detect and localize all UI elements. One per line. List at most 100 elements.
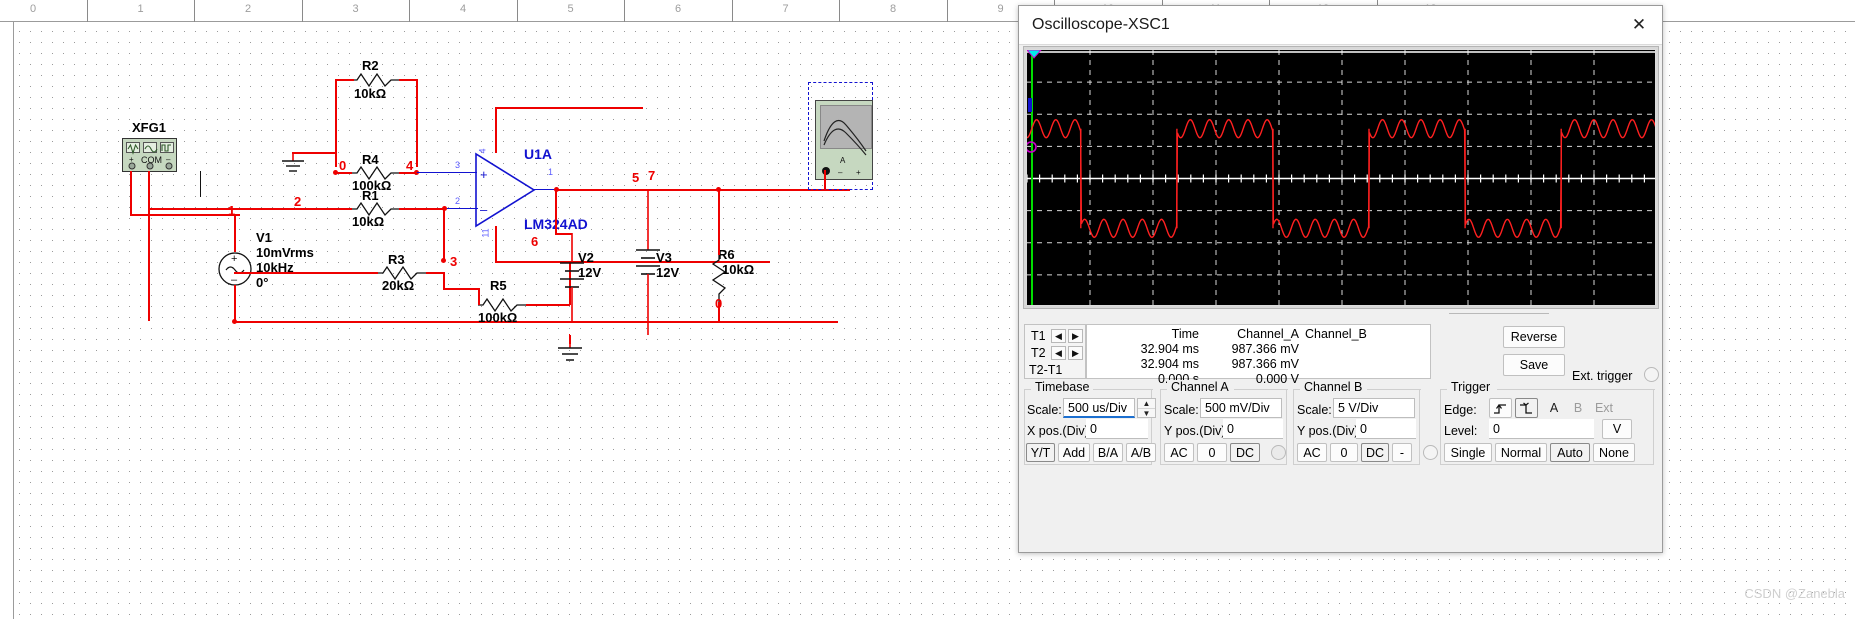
trigger-mode-auto[interactable]: Auto [1550,443,1590,462]
wire-out-rail [556,189,850,191]
ruler-label: 0 [29,3,37,15]
timebase-xpos-input[interactable]: 0 [1086,419,1148,439]
trigger-source-a[interactable]: A [1543,398,1565,418]
trigger-level-input[interactable]: 0 [1489,419,1594,439]
pin-label-11: 11 [480,228,491,238]
wire-probe-a [824,170,826,190]
t2-right-arrow-icon[interactable]: ▶ [1068,346,1083,360]
ruler-major-tick [301,0,303,22]
wire-minus-down [443,208,445,260]
wire-xfg-com [148,171,150,321]
wire-xfg-minus [200,171,202,197]
close-icon[interactable]: ✕ [1616,6,1662,44]
ruler-major-tick [839,0,841,22]
channel-a-ypos-input[interactable]: 0 [1223,419,1283,439]
ruler-major-tick [194,0,196,22]
channel-a-ypos-label: Y pos.(Div): [1164,424,1230,438]
ruler-label: 2 [244,3,252,15]
svg-text:–: – [480,202,488,217]
save-button[interactable]: Save [1503,354,1565,376]
node-v1-bottom [232,319,237,324]
t2-label: T2 [1031,346,1046,360]
channel-b-title: Channel B [1300,380,1367,394]
channel-b-scale-input[interactable]: 5 V/Div [1333,398,1415,418]
trigger-mode-none[interactable]: None [1593,443,1635,462]
channel-b-invert[interactable]: - [1392,443,1412,462]
trigger-level-label: Level: [1444,424,1478,438]
u1a-ref: U1A [524,146,553,162]
timebase-mode-ba[interactable]: B/A [1093,443,1123,462]
v1-symbol[interactable]: + – [216,250,254,288]
channel-a-title: Channel A [1167,380,1233,394]
timebase-scale-stepper[interactable]: ▲ ▼ [1137,398,1156,418]
channel-b-coupling-dc[interactable]: DC [1361,443,1389,462]
channel-b-coupling-gnd[interactable]: 0 [1330,443,1358,462]
ruler-major-tick [86,0,88,22]
timebase-scale-input[interactable]: 500 us/Div [1063,398,1135,418]
svg-text:–: – [166,155,171,164]
ruler-vertical [0,22,14,619]
wire-r1-in [148,208,352,210]
scope-titlebar[interactable]: Oscilloscope-XSC1 ✕ [1019,6,1662,45]
pin-label-2: 2 [455,196,461,206]
channel-a-coupling-ac[interactable]: AC [1164,443,1194,462]
wire-r3-right [426,272,444,274]
wire-r2-right-down [416,79,418,167]
trigger-mode-normal[interactable]: Normal [1495,443,1547,462]
xsc1-body[interactable]: A + – [815,100,873,180]
v2-value: 12V [578,265,602,280]
t1-left-arrow-icon[interactable]: ◀ [1051,329,1066,343]
net-label-7: 7 [648,168,656,183]
wire-r2-right [399,79,417,81]
scope-screen[interactable] [1023,46,1659,309]
timebase-mode-yt[interactable]: Y/T [1026,443,1055,462]
trigger-edge-rising-icon[interactable] [1489,398,1512,418]
v3-value: 12V [656,265,680,280]
net-label-2: 2 [294,194,302,209]
reverse-button[interactable]: Reverse [1503,326,1565,348]
xfg1-body[interactable]: + COM – [122,138,177,172]
t2-left-arrow-icon[interactable]: ◀ [1051,346,1066,360]
readout-t2-chan-a: 987.366 mV [1231,357,1299,371]
cursor-control-box[interactable]: T1 ◀ ▶ T2 ◀ ▶ T2-T1 [1024,324,1086,379]
trigger-mode-single[interactable]: Single [1444,443,1492,462]
ext-trigger-radio[interactable] [1644,367,1659,382]
trigger-edge-falling-icon[interactable] [1515,398,1538,418]
scroll-divider [1449,313,1549,314]
channel-b-ypos-input[interactable]: 0 [1356,419,1416,439]
timebase-mode-add[interactable]: Add [1058,443,1090,462]
r6-value: 10kΩ [722,262,755,277]
trigger-source-ext[interactable]: Ext [1590,398,1618,418]
trigger-source-b[interactable]: B [1567,398,1589,418]
channel-a-coupling-gnd[interactable]: 0 [1197,443,1227,462]
r5-ref: R5 [490,278,507,293]
readout-header-chan-a: Channel_A [1237,327,1299,341]
wire-gnd-join [569,334,570,336]
v1-ref: V1 [256,230,272,245]
pin-label-4: 4 [477,148,488,154]
wire-v1-top [234,216,236,252]
ruler-major-tick [946,0,948,22]
timebase-mode-ab[interactable]: A/B [1126,443,1156,462]
channel-b-scale-label: Scale: [1297,403,1332,417]
xfg1-label: XFG1 [132,120,166,135]
svg-text:A: A [840,156,846,165]
wire-r6-top [718,189,720,255]
ruler-label: 8 [889,3,897,15]
oscilloscope-window[interactable]: Oscilloscope-XSC1 ✕ T1 ◀ ▶ T2 ◀ ▶ T2-T1 … [1018,5,1663,553]
channel-a-coupling-dc[interactable]: DC [1230,443,1260,462]
t1-right-arrow-icon[interactable]: ▶ [1068,329,1083,343]
ground-symbol-2 [558,342,582,361]
wire-opamp-out [534,189,556,191]
pin-label-1: 1 [548,167,554,177]
pin-label-3: 3 [455,160,461,170]
channel-b-probe-radio[interactable] [1423,445,1438,460]
svg-text:+: + [856,168,861,177]
trigger-level-unit[interactable]: V [1602,419,1632,439]
channel-b-coupling-ac[interactable]: AC [1297,443,1327,462]
timebase-scale-label: Scale: [1027,403,1062,417]
wire-r2-left-down [335,79,337,167]
wire-to-opamp-plus [417,172,477,174]
channel-a-scale-input[interactable]: 500 mV/Div [1200,398,1282,418]
channel-a-probe-radio[interactable] [1271,445,1286,460]
